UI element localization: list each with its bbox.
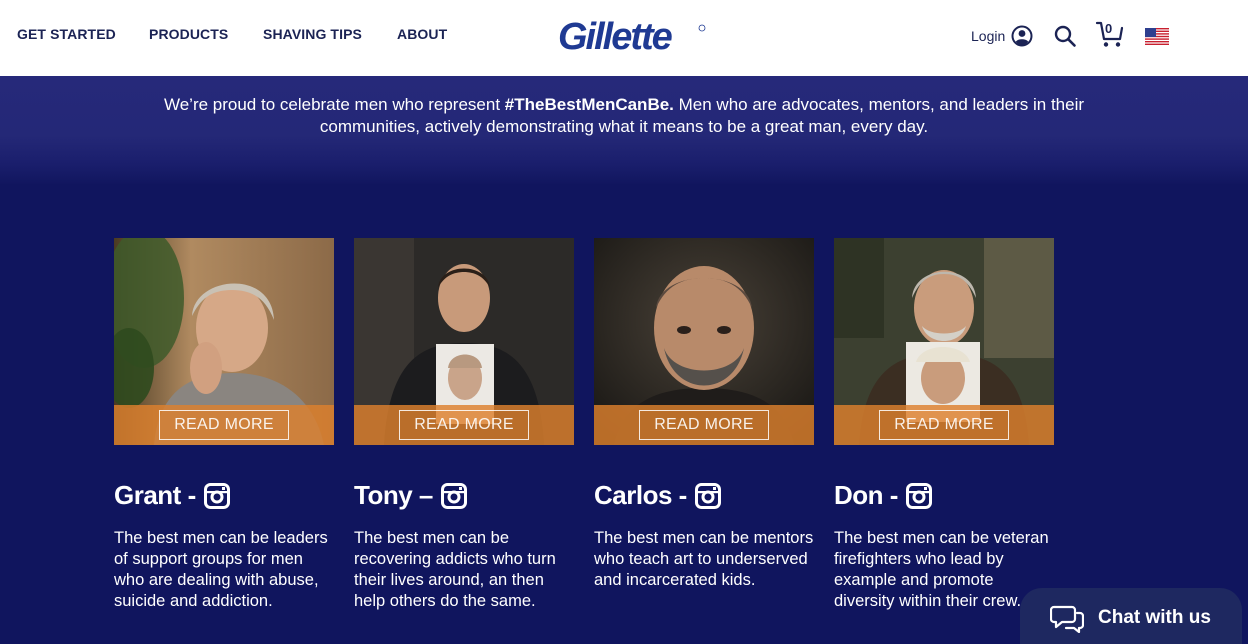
user-circle-icon — [1011, 25, 1033, 47]
chat-with-us-button[interactable]: Chat with us — [1020, 588, 1242, 644]
intro-lead: We’re proud to celebrate men who represe… — [163, 95, 505, 114]
read-more-button[interactable]: READ MORE — [639, 410, 769, 440]
card-description: The best men can be leaders of support g… — [114, 529, 328, 610]
read-more-band: READ MORE — [594, 405, 814, 445]
card-name: Tony – — [354, 480, 433, 510]
gillette-logo[interactable]: Gillette — [556, 12, 708, 56]
profile-photo[interactable]: READ MORE — [834, 238, 1054, 445]
nav-get-started[interactable]: GET STARTED — [17, 26, 116, 42]
profile-card-don: READ MORE Don - The best men can be vete… — [834, 238, 1054, 610]
instagram-icon[interactable] — [905, 482, 932, 509]
card-description: The best men can be mentors who teach ar… — [594, 529, 814, 589]
intro-banner: We’re proud to celebrate men who represe… — [0, 76, 1248, 184]
login-label: Login — [971, 28, 1006, 44]
card-name: Don - — [834, 480, 898, 510]
profile-card-tony: READ MORE Tony – The best men can be rec… — [354, 238, 574, 610]
read-more-button[interactable]: READ MORE — [159, 410, 289, 440]
instagram-icon[interactable] — [203, 482, 230, 509]
search-icon[interactable] — [1053, 24, 1077, 48]
read-more-button[interactable]: READ MORE — [879, 410, 1009, 440]
profile-card-carlos: READ MORE Carlos - The best men can be m… — [594, 238, 814, 589]
read-more-button[interactable]: READ MORE — [399, 410, 529, 440]
nav-products[interactable]: PRODUCTS — [149, 26, 228, 42]
site-header: GET STARTED PRODUCTS SHAVING TIPS ABOUT … — [0, 0, 1248, 76]
read-more-band: READ MORE — [354, 405, 574, 445]
card-title: Carlos - — [594, 480, 721, 511]
read-more-band: READ MORE — [834, 405, 1054, 445]
card-title: Don - — [834, 480, 932, 511]
nav-about[interactable]: ABOUT — [397, 26, 447, 42]
us-flag-icon[interactable] — [1145, 28, 1169, 45]
chat-label: Chat with us — [1098, 607, 1211, 628]
card-name: Grant - — [114, 480, 196, 510]
card-description: The best men can be recovering addicts w… — [354, 529, 556, 610]
cart-count: 0 — [1105, 21, 1113, 36]
nav-shaving-tips[interactable]: SHAVING TIPS — [263, 26, 362, 42]
instagram-icon[interactable] — [694, 482, 721, 509]
card-name: Carlos - — [594, 480, 687, 510]
login-button[interactable]: Login — [971, 24, 1033, 48]
profile-photo[interactable]: READ MORE — [354, 238, 574, 445]
intro-hashtag[interactable]: #TheBestMenCanBe. — [505, 95, 674, 114]
card-title: Grant - — [114, 480, 230, 511]
logo-text: Gillette — [558, 16, 673, 56]
intro-text: We’re proud to celebrate men who represe… — [120, 94, 1128, 138]
chat-bubbles-icon — [1050, 605, 1084, 633]
card-title: Tony – — [354, 480, 467, 511]
instagram-icon[interactable] — [440, 482, 467, 509]
read-more-band: READ MORE — [114, 405, 334, 445]
profile-card-grant: READ MORE Grant - The best men can be le… — [114, 238, 334, 610]
profile-photo[interactable]: READ MORE — [594, 238, 814, 445]
profile-photo[interactable]: READ MORE — [114, 238, 334, 445]
